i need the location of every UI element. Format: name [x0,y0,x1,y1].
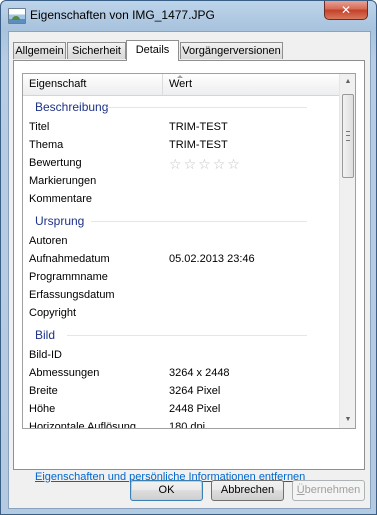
scroll-down-button[interactable]: ▼ [341,412,355,428]
star-icon[interactable]: ☆ [198,156,213,172]
property-row-bewertung[interactable]: Bewertung ☆☆☆☆☆ [23,154,339,172]
group-header-ursprung[interactable]: Ursprung [23,212,339,230]
window-title: Eigenschaften von IMG_1477.JPG [30,8,215,22]
star-icon[interactable]: ☆ [227,156,242,172]
image-file-icon [8,8,26,24]
property-row-horizontale-aufloesung[interactable]: Horizontale Auflösung 180 dpi [23,418,339,429]
dialog-client-area: Allgemein Sicherheit Details Vorgängerve… [8,31,371,509]
property-value: 05.02.2013 23:46 [169,253,255,265]
close-button[interactable]: ✕ [324,1,368,20]
property-value: 2448 Pixel [169,403,221,415]
group-header-beschreibung[interactable]: Beschreibung [23,98,339,116]
property-value: 3264 x 2448 [169,367,230,379]
property-row-thema[interactable]: Thema TRIM-TEST [23,136,339,154]
vertical-scrollbar[interactable]: ▲ ▼ [339,74,355,428]
star-icon[interactable]: ☆ [213,156,228,172]
property-row-breite[interactable]: Breite 3264 Pixel [23,382,339,400]
property-name: Thema [29,139,64,151]
apply-button[interactable]: Übernehmen [292,480,365,501]
group-label: Bild [35,328,56,342]
group-divider [107,107,307,108]
group-header-bild[interactable]: Bild [23,326,339,344]
property-list[interactable]: Eigenschaft Wert Beschreibung Titel TRIM… [22,73,356,429]
property-name: Erfassungsdatum [29,289,115,301]
property-row-titel[interactable]: Titel TRIM-TEST [23,118,339,136]
group-divider [67,335,307,336]
property-name: Copyright [29,307,77,319]
property-row-abmessungen[interactable]: Abmessungen 3264 x 2448 [23,364,339,382]
tab-sicherheit[interactable]: Sicherheit [67,42,126,59]
grip-icon [346,131,350,141]
tab-vorgaengerversionen[interactable]: Vorgängerversionen [180,42,283,59]
tab-details[interactable]: Details [126,40,179,61]
scroll-up-button[interactable]: ▲ [341,74,355,90]
property-name: Bewertung [29,157,82,169]
property-name: Kommentare [29,193,92,205]
property-name: Horizontale Auflösung [29,421,137,429]
property-row-aufnahmedatum[interactable]: Aufnahmedatum 05.02.2013 23:46 [23,250,339,268]
property-value: 3264 Pixel [169,385,221,397]
ok-button[interactable]: OK [130,480,203,501]
property-name: Autoren [29,235,68,247]
property-name: Programmname [29,271,108,283]
apply-accelerator: Ü [296,484,305,496]
arrow-down-icon: ▼ [344,416,352,423]
scrollbar-thumb[interactable] [342,94,354,178]
property-row-kommentare[interactable]: Kommentare [23,190,339,208]
properties-window: Eigenschaften von IMG_1477.JPG ✕ Allgeme… [0,0,377,515]
group-label: Beschreibung [35,100,109,114]
property-name: Aufnahmedatum [29,253,110,265]
property-name: Titel [29,121,50,133]
apply-label-rest: bernehmen [304,484,361,496]
arrow-up-icon: ▲ [344,78,352,85]
group-divider [91,221,307,222]
property-value: 180 dpi [169,421,206,429]
tab-strip: Allgemein Sicherheit Details Vorgängerve… [13,40,363,61]
property-name: Bild-ID [29,349,63,361]
column-header-value[interactable]: Wert [163,74,339,95]
cancel-button[interactable]: Abbrechen [211,480,284,501]
property-row-autoren[interactable]: Autoren [23,232,339,250]
star-icon[interactable]: ☆ [169,156,184,172]
details-tab-page: Eigenschaft Wert Beschreibung Titel TRIM… [13,60,365,483]
tab-allgemein[interactable]: Allgemein [13,42,66,59]
column-header-property[interactable]: Eigenschaft [23,74,163,95]
group-label: Ursprung [35,214,85,228]
property-value: TRIM-TEST [169,139,228,151]
property-row-markierungen[interactable]: Markierungen [23,172,339,190]
property-row-bild-id[interactable]: Bild-ID [23,346,339,364]
property-row-copyright[interactable]: Copyright [23,304,339,322]
property-name: Breite [29,385,58,397]
property-name: Abmessungen [29,367,100,379]
property-row-erfassungsdatum[interactable]: Erfassungsdatum [23,286,339,304]
star-icon[interactable]: ☆ [184,156,199,172]
property-row-hoehe[interactable]: Höhe 2448 Pixel [23,400,339,418]
title-bar[interactable]: Eigenschaften von IMG_1477.JPG ✕ [1,1,376,31]
property-name: Markierungen [29,175,97,187]
close-icon: ✕ [340,3,352,17]
list-header: Eigenschaft Wert [23,74,339,96]
property-row-programmname[interactable]: Programmname [23,268,339,286]
property-name: Höhe [29,403,56,415]
property-value: TRIM-TEST [169,121,228,133]
